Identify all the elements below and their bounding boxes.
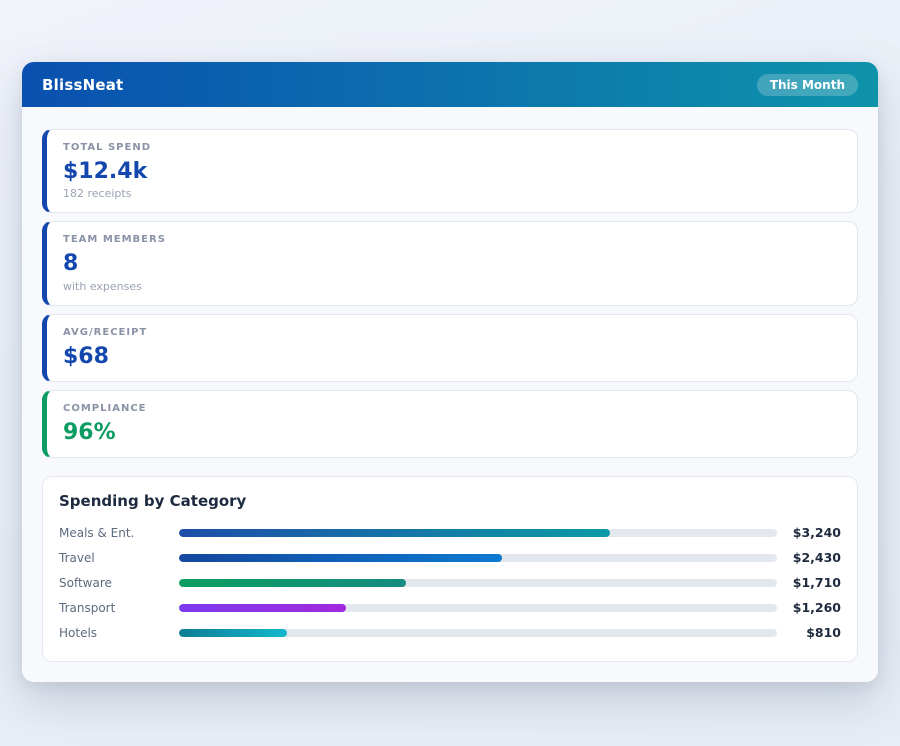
dashboard-card: BlissNeat This Month TOTAL SPEND $12.4k … [22,62,878,682]
dashboard-content: TOTAL SPEND $12.4k 182 receipts TEAM MEM… [22,107,878,682]
category-row-travel: Travel $2,430 [59,545,841,570]
stat-value: 8 [63,251,841,276]
stat-label: AVG/RECEIPT [63,327,841,338]
app-title: BlissNeat [42,76,123,94]
stat-card-compliance: COMPLIANCE 96% [42,390,858,458]
stat-value: 96% [63,420,841,445]
category-label: Hotels [59,626,179,640]
bar-track [179,604,777,612]
category-value: $3,240 [786,525,841,540]
stat-label: TOTAL SPEND [63,142,841,153]
bar-track [179,554,777,562]
category-label: Travel [59,551,179,565]
bar-travel [179,554,502,562]
category-value: $1,710 [786,575,841,590]
bar-track [179,629,777,637]
category-value: $810 [786,625,841,640]
bar-track [179,529,777,537]
category-row-hotels: Hotels $810 [59,620,841,645]
bar-hotels [179,629,287,637]
category-label: Software [59,576,179,590]
stat-value: $12.4k [63,159,841,184]
category-card-title: Spending by Category [59,492,841,510]
stat-subtext: 182 receipts [63,187,841,200]
category-value: $2,430 [786,550,841,565]
app-header: BlissNeat This Month [22,62,878,107]
category-label: Meals & Ent. [59,526,179,540]
category-value: $1,260 [786,600,841,615]
bar-track [179,579,777,587]
stat-subtext: with expenses [63,280,841,293]
bar-software [179,579,406,587]
bar-transport [179,604,346,612]
stat-card-total-spend: TOTAL SPEND $12.4k 182 receipts [42,129,858,213]
category-label: Transport [59,601,179,615]
category-row-transport: Transport $1,260 [59,595,841,620]
category-row-meals-ent: Meals & Ent. $3,240 [59,520,841,545]
bar-meals-ent [179,529,610,537]
spending-by-category-card: Spending by Category Meals & Ent. $3,240… [42,476,858,662]
stat-label: COMPLIANCE [63,403,841,414]
stat-label: TEAM MEMBERS [63,234,841,245]
stat-value: $68 [63,344,841,369]
stat-card-avg-receipt: AVG/RECEIPT $68 [42,314,858,382]
stat-card-team-members: TEAM MEMBERS 8 with expenses [42,221,858,305]
category-row-software: Software $1,710 [59,570,841,595]
period-filter-badge[interactable]: This Month [757,74,858,96]
